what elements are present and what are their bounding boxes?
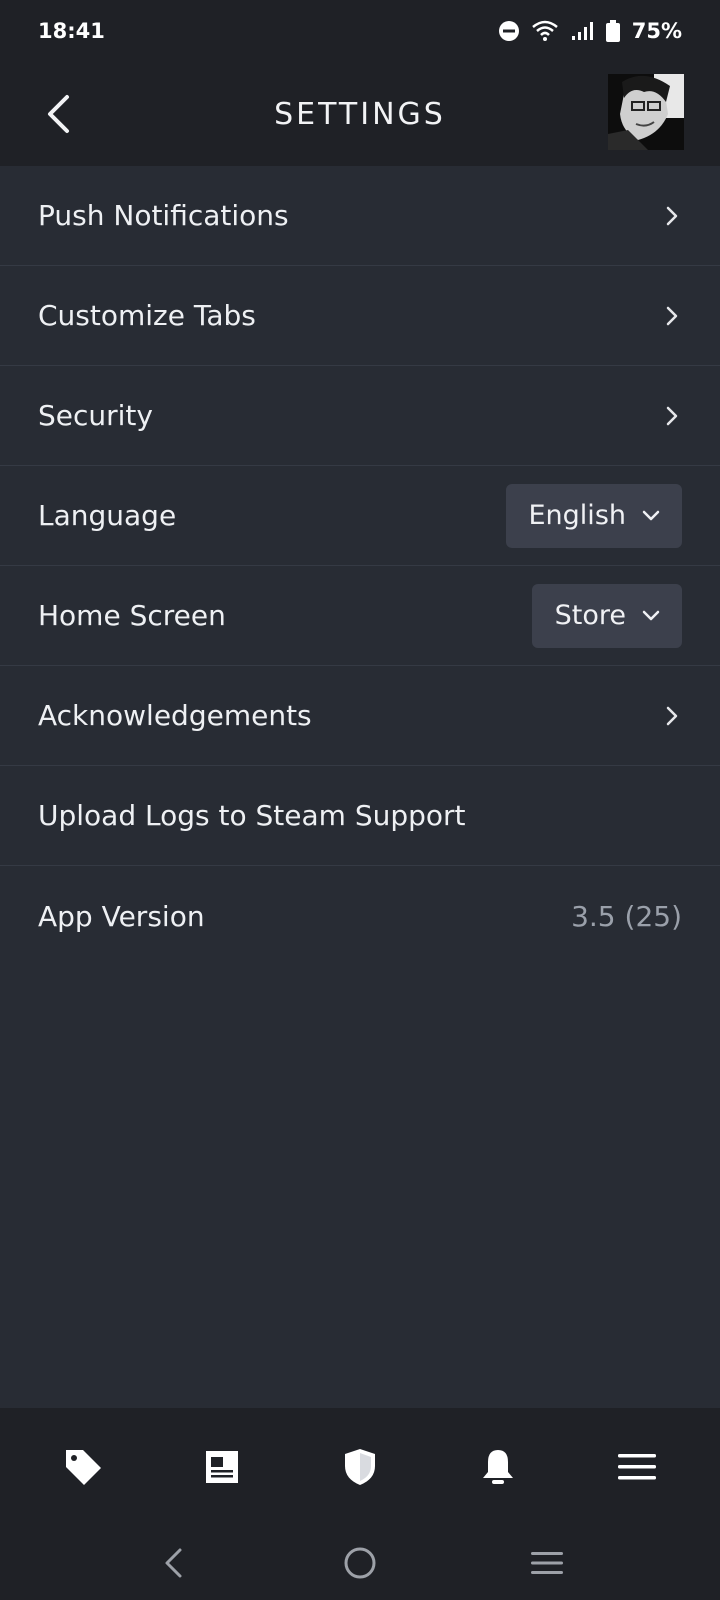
customize-tabs-row[interactable]: Customize Tabs [0, 266, 720, 366]
dropdown-value: Store [554, 600, 626, 631]
wifi-icon [531, 20, 558, 42]
upload-logs-row[interactable]: Upload Logs to Steam Support [0, 766, 720, 866]
app-version-value: 3.5 (25) [571, 899, 682, 933]
back-button[interactable] [38, 90, 78, 138]
back-icon [165, 1548, 182, 1578]
tab-menu[interactable] [597, 1427, 677, 1507]
signal-icon [570, 20, 594, 42]
row-label: Upload Logs to Steam Support [38, 799, 466, 832]
status-time: 18:41 [38, 19, 105, 43]
home-screen-row: Home Screen Store [0, 566, 720, 666]
menu-icon [617, 1454, 656, 1480]
chevron-right-icon [662, 302, 682, 330]
app-header: SETTINGS [0, 62, 720, 166]
chevron-down-icon [642, 510, 660, 520]
page-title: SETTINGS [274, 96, 446, 132]
language-dropdown[interactable]: English [505, 483, 682, 548]
app-version-row: App Version 3.5 (25) [0, 866, 720, 966]
row-label: Security [38, 399, 153, 432]
dropdown-value: English [528, 500, 627, 531]
system-home-button[interactable] [330, 1533, 390, 1593]
home-icon [344, 1547, 376, 1579]
row-label: Home Screen [38, 599, 226, 632]
home-screen-dropdown[interactable]: Store [531, 583, 682, 648]
tab-store[interactable] [43, 1427, 123, 1507]
system-recents-button[interactable] [517, 1533, 577, 1593]
battery-level: 75% [631, 19, 682, 43]
settings-list: Push Notifications Customize Tabs Securi… [0, 166, 720, 966]
news-icon [205, 1451, 238, 1483]
chevron-right-icon [662, 702, 682, 730]
acknowledgements-row[interactable]: Acknowledgements [0, 666, 720, 766]
tab-news[interactable] [182, 1427, 262, 1507]
security-row[interactable]: Security [0, 366, 720, 466]
system-back-button[interactable] [143, 1533, 203, 1593]
push-notifications-row[interactable]: Push Notifications [0, 166, 720, 266]
chevron-left-icon [48, 95, 69, 133]
chevron-down-icon [642, 610, 660, 620]
row-label: Push Notifications [38, 199, 289, 232]
tab-guard[interactable] [320, 1427, 400, 1507]
tag-icon [66, 1450, 102, 1485]
dnd-icon [498, 20, 520, 42]
chevron-right-icon [662, 202, 682, 230]
tab-notifications[interactable] [458, 1427, 538, 1507]
system-navigation-bar [0, 1526, 720, 1600]
bell-icon [483, 1450, 514, 1484]
avatar[interactable] [608, 74, 684, 150]
recents-icon [530, 1552, 563, 1574]
status-icons: 75% [498, 19, 682, 43]
battery-icon [605, 20, 620, 42]
row-label: Acknowledgements [38, 699, 312, 732]
shield-icon [344, 1449, 375, 1485]
bottom-tab-bar [0, 1408, 720, 1526]
language-row: Language English [0, 466, 720, 566]
row-label: App Version [38, 899, 205, 933]
status-bar: 18:41 75% [0, 0, 720, 62]
row-label: Customize Tabs [38, 299, 256, 332]
chevron-right-icon [662, 402, 682, 430]
row-label: Language [38, 499, 177, 532]
